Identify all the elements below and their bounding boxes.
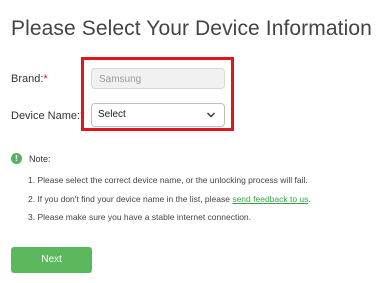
brand-label: Brand:* [11,73,48,85]
device-name-label: Device Name:* [11,110,84,122]
brand-field[interactable]: Samsung [91,68,225,89]
chevron-down-icon [207,112,215,118]
note-item-2-prefix: 2. If you don't find your device name in… [28,194,233,204]
device-name-select[interactable]: Select [91,103,225,127]
note-item-2: 2. If you don't find your device name in… [28,194,311,204]
device-name-select-value: Select [98,109,126,120]
note-item-2-suffix: . [308,194,311,204]
info-icon: ! [11,153,22,164]
next-button[interactable]: Next [11,247,92,273]
note-heading: ! Note: [11,153,51,164]
device-info-page: Please Select Your Device Information Br… [0,0,378,283]
brand-label-text: Brand: [11,73,44,85]
send-feedback-link[interactable]: send feedback to us [232,194,308,204]
note-item-3: 3. Please make sure you have a stable in… [28,212,252,222]
note-item-1: 1. Please select the correct device name… [28,175,308,185]
page-title: Please Select Your Device Information [11,17,372,40]
device-name-label-text: Device Name: [11,110,81,122]
brand-required-mark: * [43,73,48,85]
note-heading-text: Note: [29,153,51,164]
device-name-required-mark: * [80,110,85,122]
